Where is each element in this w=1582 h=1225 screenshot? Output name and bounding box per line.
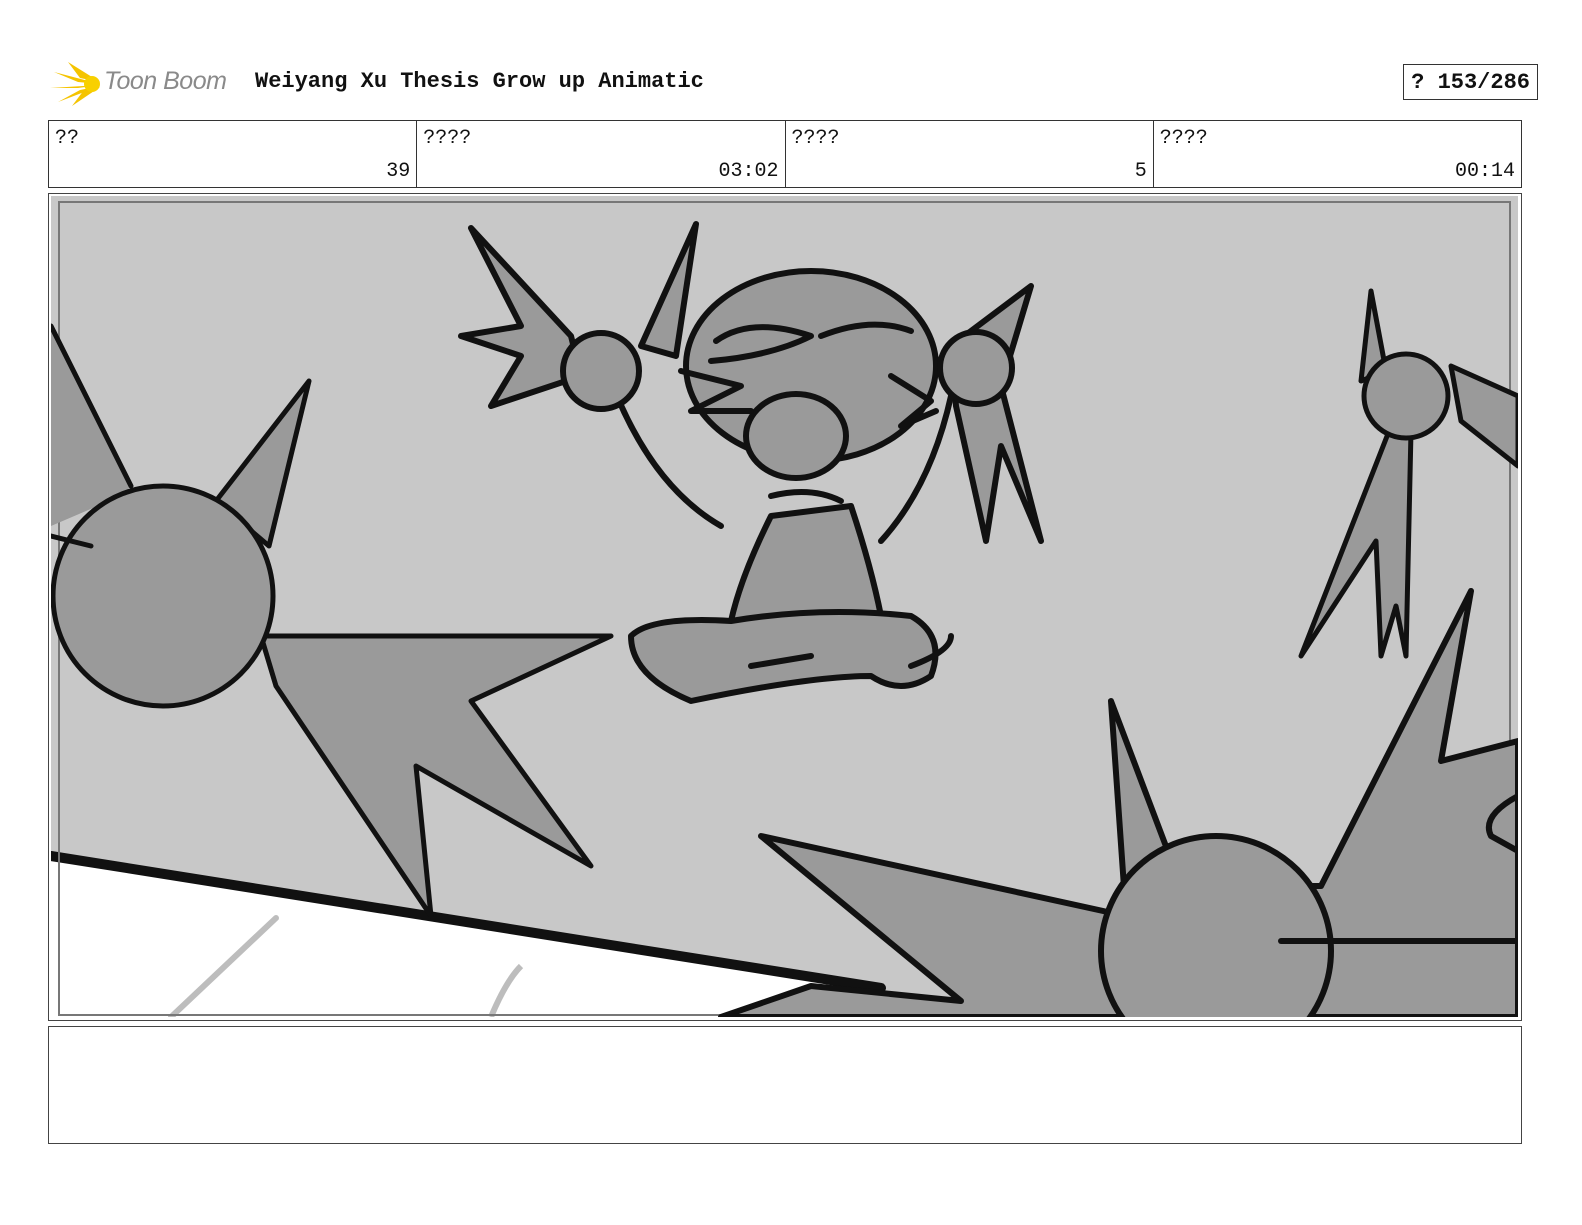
storyboard-sketch-image (51, 196, 1518, 1017)
info-cell-panel: ???? 5 (786, 121, 1154, 187)
logo-text: Toon Boom (104, 67, 227, 95)
info-label: ???? (423, 127, 472, 150)
notes-box (48, 1026, 1522, 1144)
document-title: Weiyang Xu Thesis Grow up Animatic (255, 69, 704, 94)
page-header: Toon Boom Weiyang Xu Thesis Grow up Anim… (50, 56, 1538, 108)
info-cell-scene: ?? 39 (49, 121, 418, 187)
info-cell-panel-duration: ???? 00:14 (1154, 121, 1521, 187)
info-cell-duration: ???? 03:02 (417, 121, 786, 187)
info-label: ???? (791, 127, 840, 150)
logo-burst-icon (50, 62, 100, 106)
scene-info-bar: ?? 39 ???? 03:02 ???? 5 ???? 00:14 (48, 120, 1522, 188)
info-label: ???? (1159, 127, 1208, 150)
toon-boom-logo: Toon Boom (50, 58, 240, 108)
page-indicator: ? 153/286 (1403, 64, 1538, 100)
info-value: 03:02 (718, 160, 779, 183)
info-label: ?? (55, 127, 80, 150)
info-value: 39 (386, 160, 411, 183)
info-value: 00:14 (1454, 160, 1515, 183)
info-value: 5 (1134, 160, 1147, 183)
storyboard-panel (48, 193, 1522, 1021)
